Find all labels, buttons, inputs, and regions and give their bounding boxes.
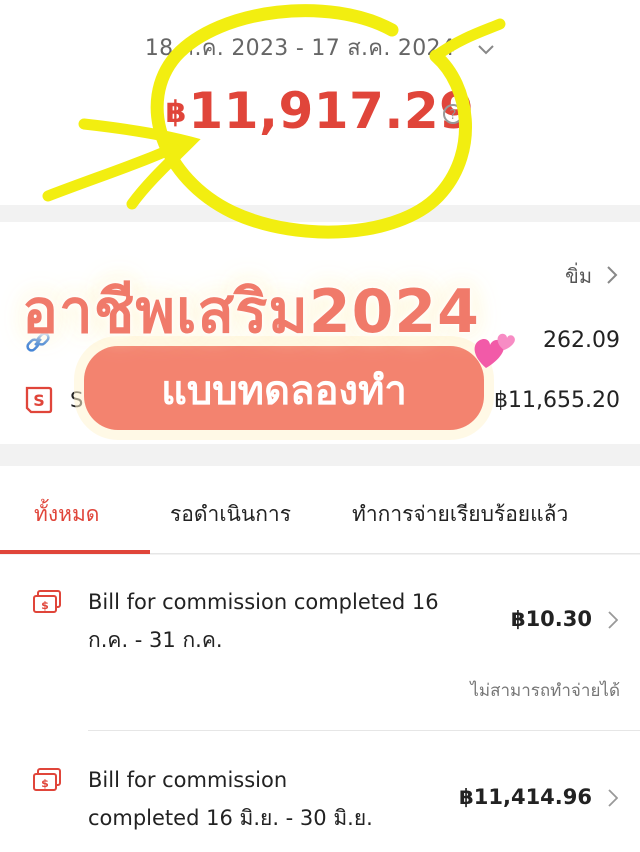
bill-icon: $ <box>32 767 62 797</box>
summary-amount-shopee: ฿11,655.20 <box>494 388 620 413</box>
svg-text:?: ? <box>450 108 457 123</box>
bill-list: $ Bill for commission completed 16 ก.ค. … <box>0 555 640 852</box>
total-amount: 11,917.29 <box>188 82 475 140</box>
bill-title-line1: Bill for commission completed 16 <box>88 590 439 614</box>
tab-all[interactable]: ทั้งหมด <box>34 498 99 531</box>
date-range-label: 18 ส.ค. 2023 - 17 ส.ค. 2024 <box>144 36 456 61</box>
svg-text:$: $ <box>41 777 49 790</box>
bill-icon: $ <box>32 589 62 619</box>
total-earnings: ฿11,917.29 <box>0 82 640 140</box>
summary-row-shopee[interactable]: S S ฿11,655.20 <box>0 376 640 426</box>
divider <box>88 730 640 731</box>
link-icon <box>24 328 52 360</box>
summary-amount-link: 262.09 <box>543 328 620 353</box>
chevron-right-icon <box>608 789 619 811</box>
summary-label-shopee: S <box>70 388 84 412</box>
bill-title-line2: ก.ค. - 31 ก.ค. <box>88 628 223 652</box>
bill-title: Bill for commission completed 16 ก.ค. - … <box>88 583 488 659</box>
tab-pending[interactable]: รอดำเนินการ <box>170 498 291 531</box>
summary-row-link[interactable]: 262.09 <box>0 318 640 368</box>
bill-title-line1: Bill for commission <box>88 768 288 792</box>
earnings-summary: ขิ่ม 262.09 S S ฿11,655.20 <box>0 222 640 444</box>
earnings-header: 18 ส.ค. 2023 - 17 ส.ค. 2024 ฿11,917.29 ? <box>0 0 640 205</box>
more-link[interactable]: ขิ่ม <box>565 260 618 292</box>
svg-text:S: S <box>33 391 45 410</box>
chevron-right-icon <box>608 611 619 633</box>
chevron-down-icon <box>477 37 495 62</box>
svg-text:$: $ <box>41 599 49 612</box>
bill-title: Bill for commission completed 16 มิ.ย. -… <box>88 761 488 837</box>
tab-paid[interactable]: ทำการจ่ายเรียบร้อยแล้ว <box>352 498 568 531</box>
date-range-selector[interactable]: 18 ส.ค. 2023 - 17 ส.ค. 2024 <box>0 30 640 65</box>
shopee-icon: S <box>22 384 54 420</box>
info-icon[interactable]: ? <box>442 103 464 129</box>
active-tab-indicator <box>0 550 150 554</box>
bill-status-note: ไม่สามารถทำจ่ายได้ <box>470 681 620 701</box>
status-tabs: ทั้งหมด รอดำเนินการ ทำการจ่ายเรียบร้อยแล… <box>0 466 640 554</box>
bill-amount: ฿10.30 <box>510 607 592 631</box>
total-currency: ฿ <box>165 95 187 130</box>
chevron-right-icon <box>606 265 618 290</box>
bill-amount: ฿11,414.96 <box>459 785 592 809</box>
more-link-label: ขิ่ม <box>565 264 592 288</box>
bill-title-line2: completed 16 มิ.ย. - 30 มิ.ย. <box>88 806 373 830</box>
